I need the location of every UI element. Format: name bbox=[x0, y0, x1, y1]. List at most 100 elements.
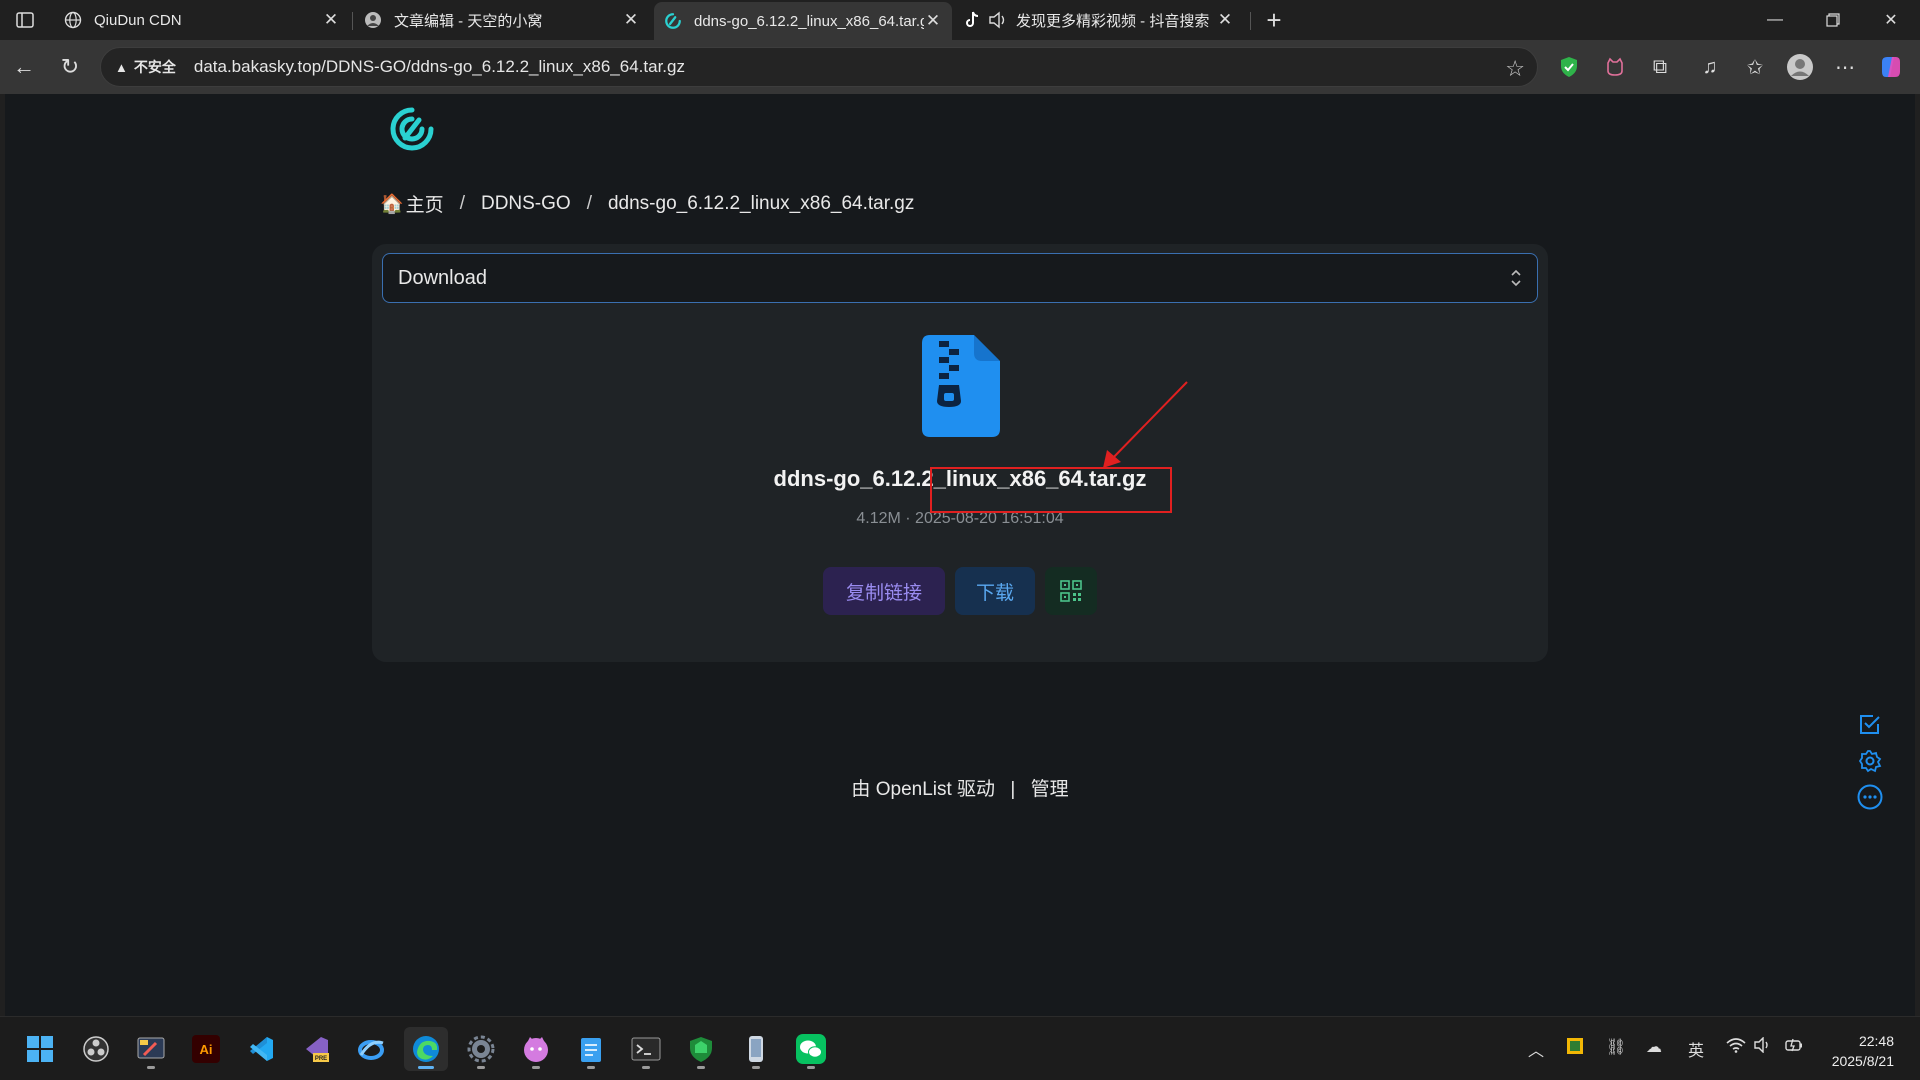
close-icon[interactable]: ✕ bbox=[1216, 10, 1234, 29]
adblock-shield-icon[interactable] bbox=[1554, 52, 1584, 82]
footer-brand-link[interactable]: OpenList bbox=[876, 779, 952, 800]
tab-actions-button[interactable] bbox=[10, 8, 40, 32]
tab-title: QiuDun CDN bbox=[94, 11, 182, 29]
tray-app-icon[interactable] bbox=[1566, 1037, 1584, 1060]
tray-network-app-icon[interactable]: ⛓ bbox=[1606, 1037, 1626, 1057]
refresh-button[interactable]: ↻ bbox=[54, 51, 86, 83]
taskbar-wechat[interactable] bbox=[789, 1027, 833, 1071]
close-icon[interactable]: ✕ bbox=[924, 11, 942, 30]
tab-title: 发现更多精彩视频 - 抖音搜索 bbox=[1016, 12, 1210, 30]
taskbar-edge[interactable] bbox=[404, 1027, 448, 1071]
page-footer: 由 OpenList 驱动 | 管理 bbox=[5, 774, 1915, 801]
start-button[interactable] bbox=[18, 1027, 62, 1071]
qr-code-icon bbox=[1060, 580, 1082, 602]
tray-overflow-chevron-icon[interactable]: ︿ bbox=[1528, 1037, 1544, 1061]
restore-button[interactable] bbox=[1810, 4, 1856, 36]
taskbar-illustrator[interactable]: Ai bbox=[184, 1027, 228, 1071]
illustrator-icon: Ai bbox=[192, 1035, 220, 1063]
qr-code-button[interactable] bbox=[1045, 567, 1097, 615]
taskbar-clock[interactable]: 22:48 2025/8/21 bbox=[1832, 1031, 1894, 1071]
browser-toolbar: ← ↻ ▲ 不安全 data.bakasky.top/DDNS-GO/ddns-… bbox=[0, 40, 1920, 94]
copilot-icon[interactable] bbox=[1876, 52, 1906, 82]
onedrive-offline-icon[interactable]: ☁ bbox=[1646, 1037, 1662, 1057]
breadcrumb: 🏠 主页 / DDNS-GO / ddns-go_6.12.2_linux_x8… bbox=[380, 190, 914, 217]
page-content: 🏠 主页 / DDNS-GO / ddns-go_6.12.2_linux_x8… bbox=[5, 94, 1915, 1016]
footer-powered-prefix: 由 bbox=[851, 779, 871, 800]
edge-icon bbox=[413, 1036, 439, 1062]
copy-link-button[interactable]: 复制链接 bbox=[823, 567, 945, 615]
illustrator-label: Ai bbox=[200, 1042, 213, 1057]
close-icon[interactable]: ✕ bbox=[622, 10, 640, 29]
batch-select-button[interactable] bbox=[1855, 710, 1885, 740]
battery-icon[interactable] bbox=[1784, 1037, 1804, 1058]
settings-button[interactable] bbox=[1855, 746, 1885, 776]
footer-manage-link[interactable]: 管理 bbox=[1031, 779, 1069, 800]
address-bar[interactable]: ▲ 不安全 data.bakasky.top/DDNS-GO/ddns-go_6… bbox=[100, 47, 1538, 87]
taskbar-ie-legacy[interactable] bbox=[349, 1027, 393, 1071]
tab-strip: QiuDun CDN ✕ 文章编辑 - 天空的小窝 ✕ ddns-go_6.12… bbox=[0, 0, 1920, 40]
running-indicator bbox=[147, 1066, 155, 1069]
taskbar-terminal[interactable] bbox=[624, 1027, 668, 1071]
close-window-button[interactable]: ✕ bbox=[1868, 4, 1914, 36]
tab-ddns-go-file[interactable]: ddns-go_6.12.2_linux_x86_64.tar.gz ✕ bbox=[654, 2, 952, 40]
taskbar-settings[interactable] bbox=[459, 1027, 503, 1071]
terminal-icon bbox=[631, 1037, 661, 1061]
running-indicator bbox=[418, 1066, 434, 1069]
cat-extension-icon[interactable] bbox=[1600, 52, 1630, 82]
wechat-icon bbox=[796, 1034, 826, 1064]
extensions-puzzle-icon[interactable]: ⧉ bbox=[1645, 52, 1675, 82]
taskbar-cat-app[interactable] bbox=[514, 1027, 558, 1071]
restore-icon bbox=[1826, 13, 1840, 27]
phone-icon bbox=[749, 1036, 763, 1062]
gear-icon bbox=[1858, 750, 1882, 773]
tab-qiudun-cdn[interactable]: QiuDun CDN ✕ bbox=[54, 2, 350, 38]
taskbar-obs[interactable] bbox=[74, 1027, 118, 1071]
url-text[interactable]: data.bakasky.top/DDNS-GO/ddns-go_6.12.2_… bbox=[194, 57, 685, 77]
taskbar-snipping-tool[interactable] bbox=[129, 1027, 173, 1071]
breadcrumb-file[interactable]: ddns-go_6.12.2_linux_x86_64.tar.gz bbox=[608, 193, 914, 215]
media-control-icon[interactable]: ♫ bbox=[1695, 52, 1725, 82]
plus-icon: + bbox=[1266, 4, 1282, 35]
taskbar-vscode[interactable] bbox=[239, 1027, 283, 1071]
checkbox-icon bbox=[1860, 715, 1880, 734]
close-icon[interactable]: ✕ bbox=[322, 10, 340, 29]
favorites-icon[interactable]: ✩ bbox=[1740, 52, 1770, 82]
clock-date: 2025/8/21 bbox=[1831, 1053, 1894, 1069]
minimize-button[interactable]: — bbox=[1752, 4, 1798, 36]
site-security-indicator[interactable]: ▲ 不安全 bbox=[115, 57, 176, 77]
taskbar-security-app[interactable] bbox=[679, 1027, 723, 1071]
speaker-icon[interactable] bbox=[988, 11, 1008, 29]
volume-icon[interactable] bbox=[1754, 1036, 1772, 1058]
breadcrumb-folder[interactable]: DDNS-GO bbox=[481, 193, 571, 215]
footer-powered-suffix: 驱动 bbox=[957, 779, 996, 800]
openlist-logo-icon[interactable] bbox=[388, 105, 436, 153]
notepad-icon bbox=[581, 1038, 601, 1062]
tab-douyin[interactable]: 发现更多精彩视频 - 抖音搜索 ✕ bbox=[954, 2, 1244, 38]
taskbar-phone-link[interactable] bbox=[734, 1027, 778, 1071]
running-indicator bbox=[807, 1066, 815, 1069]
tab-article-edit[interactable]: 文章编辑 - 天空的小窝 ✕ bbox=[354, 2, 650, 38]
preview-mode-select[interactable]: Download bbox=[382, 253, 1538, 303]
running-indicator bbox=[477, 1066, 485, 1069]
new-tab-button[interactable]: + bbox=[1260, 4, 1288, 35]
download-button[interactable]: 下载 bbox=[955, 567, 1035, 615]
running-indicator bbox=[697, 1066, 705, 1069]
tab-divider bbox=[1250, 12, 1251, 30]
profile-avatar-icon[interactable] bbox=[1785, 52, 1815, 82]
taskbar-notepad[interactable] bbox=[569, 1027, 613, 1071]
taskbar-visual-studio-preview[interactable]: PRE bbox=[294, 1027, 338, 1071]
obs-icon bbox=[83, 1036, 109, 1062]
wifi-icon[interactable] bbox=[1726, 1037, 1746, 1058]
preview-mode-value: Download bbox=[398, 266, 487, 289]
more-menu-button[interactable] bbox=[1855, 782, 1885, 812]
breadcrumb-home[interactable]: 主页 bbox=[406, 190, 444, 217]
more-options-icon[interactable]: ⋯ bbox=[1830, 52, 1860, 82]
clock-time: 22:48 bbox=[1858, 1033, 1894, 1049]
input-method-indicator[interactable]: 英 bbox=[1688, 1037, 1704, 1061]
chevron-updown-icon bbox=[1511, 269, 1521, 287]
refresh-icon: ↻ bbox=[60, 54, 80, 79]
globe-icon bbox=[64, 11, 82, 29]
back-button[interactable]: ← bbox=[8, 51, 40, 83]
favorite-star-icon[interactable]: ☆ bbox=[1505, 56, 1525, 82]
security-label: 不安全 bbox=[133, 59, 176, 75]
